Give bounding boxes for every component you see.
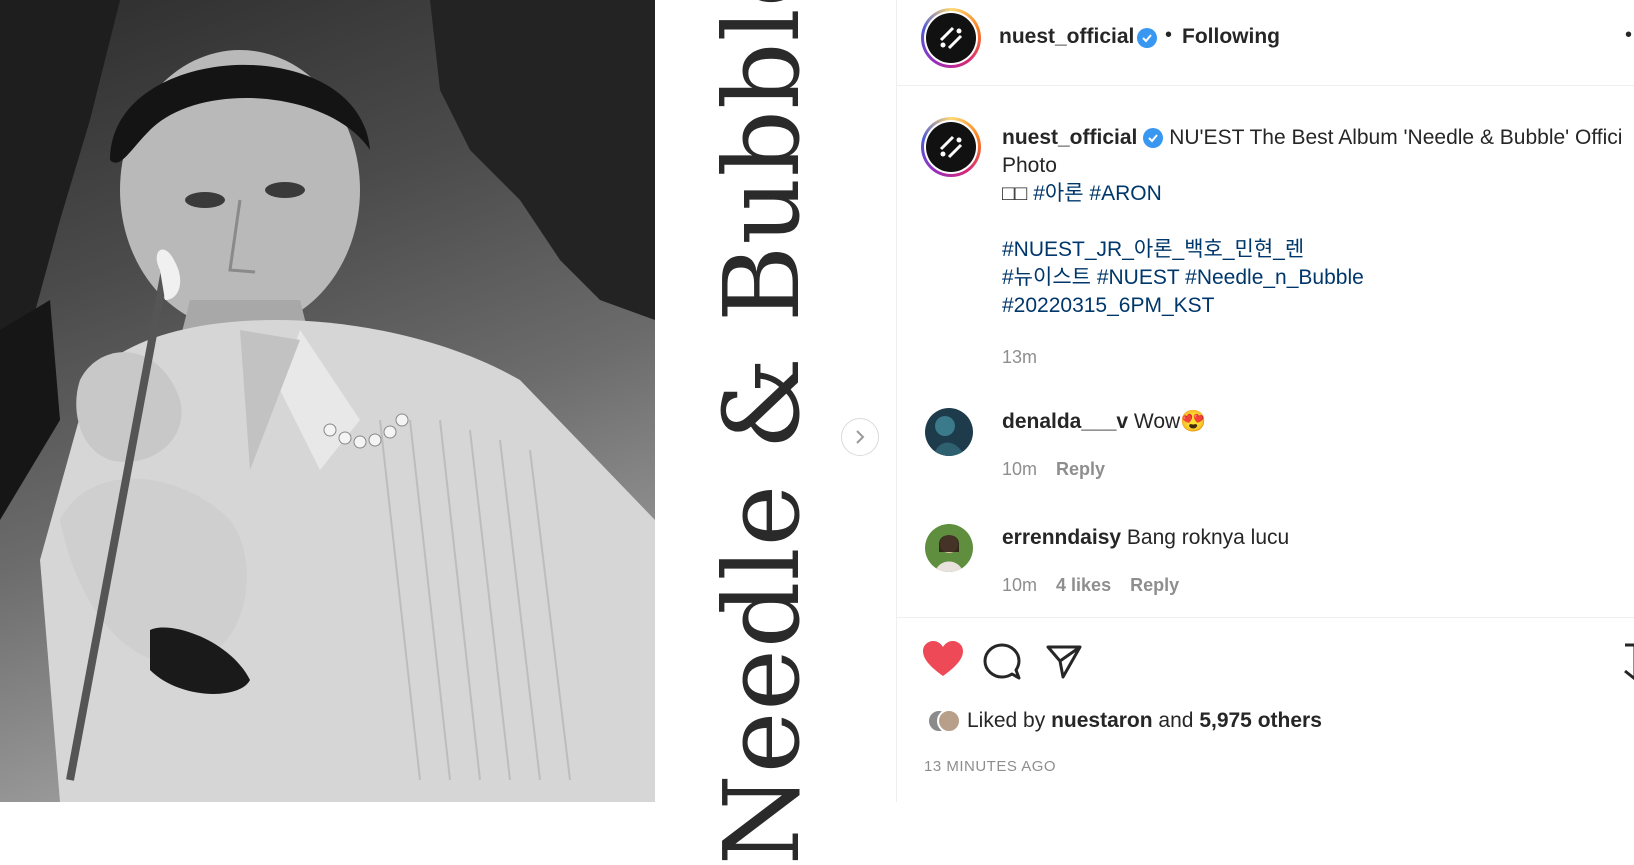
caption-line4: #NUEST_JR_아론_백호_민현_렌 <box>1002 236 1634 264</box>
hashtag-link[interactable]: #NUEST_JR_아론_백호_민현_렌 <box>1002 238 1304 261</box>
comment-row: errenndaisy Bang roknya lucu <box>1002 526 1289 550</box>
liked-by-others[interactable]: 5,975 others <box>1199 709 1322 732</box>
liked-by-user[interactable]: nuestaron <box>1051 709 1153 732</box>
album-title-vertical: Needle & Bubble <box>701 0 823 865</box>
user-photo-icon <box>927 709 961 733</box>
caption-first-line: nuest_official NU'EST The Best Album 'Ne… <box>1002 124 1634 152</box>
comment-likes[interactable]: 4 likes <box>1056 575 1111 595</box>
comment-meta: 10m Reply <box>1002 459 1105 480</box>
liked-by-label: Liked by <box>967 709 1046 732</box>
hashtag-link[interactable]: #Needle_n_Bubble <box>1185 266 1364 289</box>
caption-avatar[interactable] <box>921 117 981 177</box>
bookmark-icon <box>1624 643 1634 681</box>
share-button[interactable] <box>1045 643 1083 686</box>
save-button[interactable] <box>1623 643 1634 686</box>
header-avatar[interactable] <box>921 8 981 68</box>
chevron-right-icon <box>856 430 865 444</box>
comment-text: Wow😍 <box>1133 410 1207 433</box>
comment-time[interactable]: 10m <box>1002 459 1037 479</box>
comment-text: Bang roknya lucu <box>1126 526 1290 549</box>
hashtag-link[interactable]: #NUEST <box>1097 266 1179 289</box>
header-separator: • <box>1165 24 1173 46</box>
comment-button[interactable] <box>983 643 1021 686</box>
user-photo-icon <box>925 524 973 572</box>
comment-username[interactable]: errenndaisy <box>1002 526 1121 549</box>
caption-text-line2: Photo <box>1002 154 1057 177</box>
nuest-logo-icon <box>939 135 963 159</box>
following-button[interactable]: Following <box>1182 25 1280 49</box>
caption-line6: #20220315_6PM_KST <box>1002 292 1634 320</box>
photo-illustration <box>0 0 655 802</box>
header-username[interactable]: nuest_official <box>999 25 1134 49</box>
hashtag-link[interactable]: #아론 <box>1033 182 1083 205</box>
more-options-button[interactable]: • <box>1625 24 1632 47</box>
comment-avatar[interactable] <box>925 408 973 456</box>
caption-line5: #뉴이스트 #NUEST #Needle_n_Bubble <box>1002 264 1634 292</box>
comment-avatar[interactable] <box>925 524 973 572</box>
actions-divider <box>897 617 1634 618</box>
comment-meta: 10m 4 likes Reply <box>1002 575 1179 596</box>
caption-emoji-placeholder: □□ <box>1002 182 1028 205</box>
next-media-button[interactable] <box>841 418 879 456</box>
caption-line3: □□ #아론 #ARON <box>1002 180 1634 208</box>
caption-username[interactable]: nuest_official <box>1002 126 1137 149</box>
caption-text: NU'EST The Best Album 'Needle & Bubble' … <box>1169 126 1623 149</box>
reply-button[interactable]: Reply <box>1130 575 1179 595</box>
comment-icon <box>983 643 1021 680</box>
liked-by-and: and <box>1158 709 1194 732</box>
like-button[interactable] <box>922 640 964 683</box>
post-timestamp[interactable]: 13 MINUTES AGO <box>924 758 1056 775</box>
comment-row: denalda___v Wow😍 <box>1002 410 1206 434</box>
comment-username[interactable]: denalda___v <box>1002 410 1128 433</box>
user-photo-icon <box>925 408 973 456</box>
paper-plane-icon <box>1046 645 1082 679</box>
verified-icon <box>1137 28 1157 48</box>
post-header: nuest_official • Following • <box>897 0 1634 86</box>
caption-time[interactable]: 13m <box>1002 347 1037 368</box>
nuest-logo-icon <box>939 26 963 50</box>
reply-button[interactable]: Reply <box>1056 459 1105 479</box>
likes-summary: Liked by nuestaron and 5,975 others <box>967 709 1322 733</box>
post-details-panel: nuest_official • Following • nuest_offic… <box>896 0 1634 802</box>
post-photo <box>0 0 655 802</box>
heart-icon <box>923 641 963 676</box>
hashtag-link[interactable]: #20220315_6PM_KST <box>1002 294 1215 317</box>
caption-block: nuest_official NU'EST The Best Album 'Ne… <box>1002 124 1634 320</box>
verified-icon <box>1143 128 1164 149</box>
hashtag-link[interactable]: #ARON <box>1089 182 1161 205</box>
hashtag-link[interactable]: #뉴이스트 <box>1002 266 1091 289</box>
comment-time[interactable]: 10m <box>1002 575 1037 595</box>
liked-by-avatars[interactable] <box>927 704 961 738</box>
